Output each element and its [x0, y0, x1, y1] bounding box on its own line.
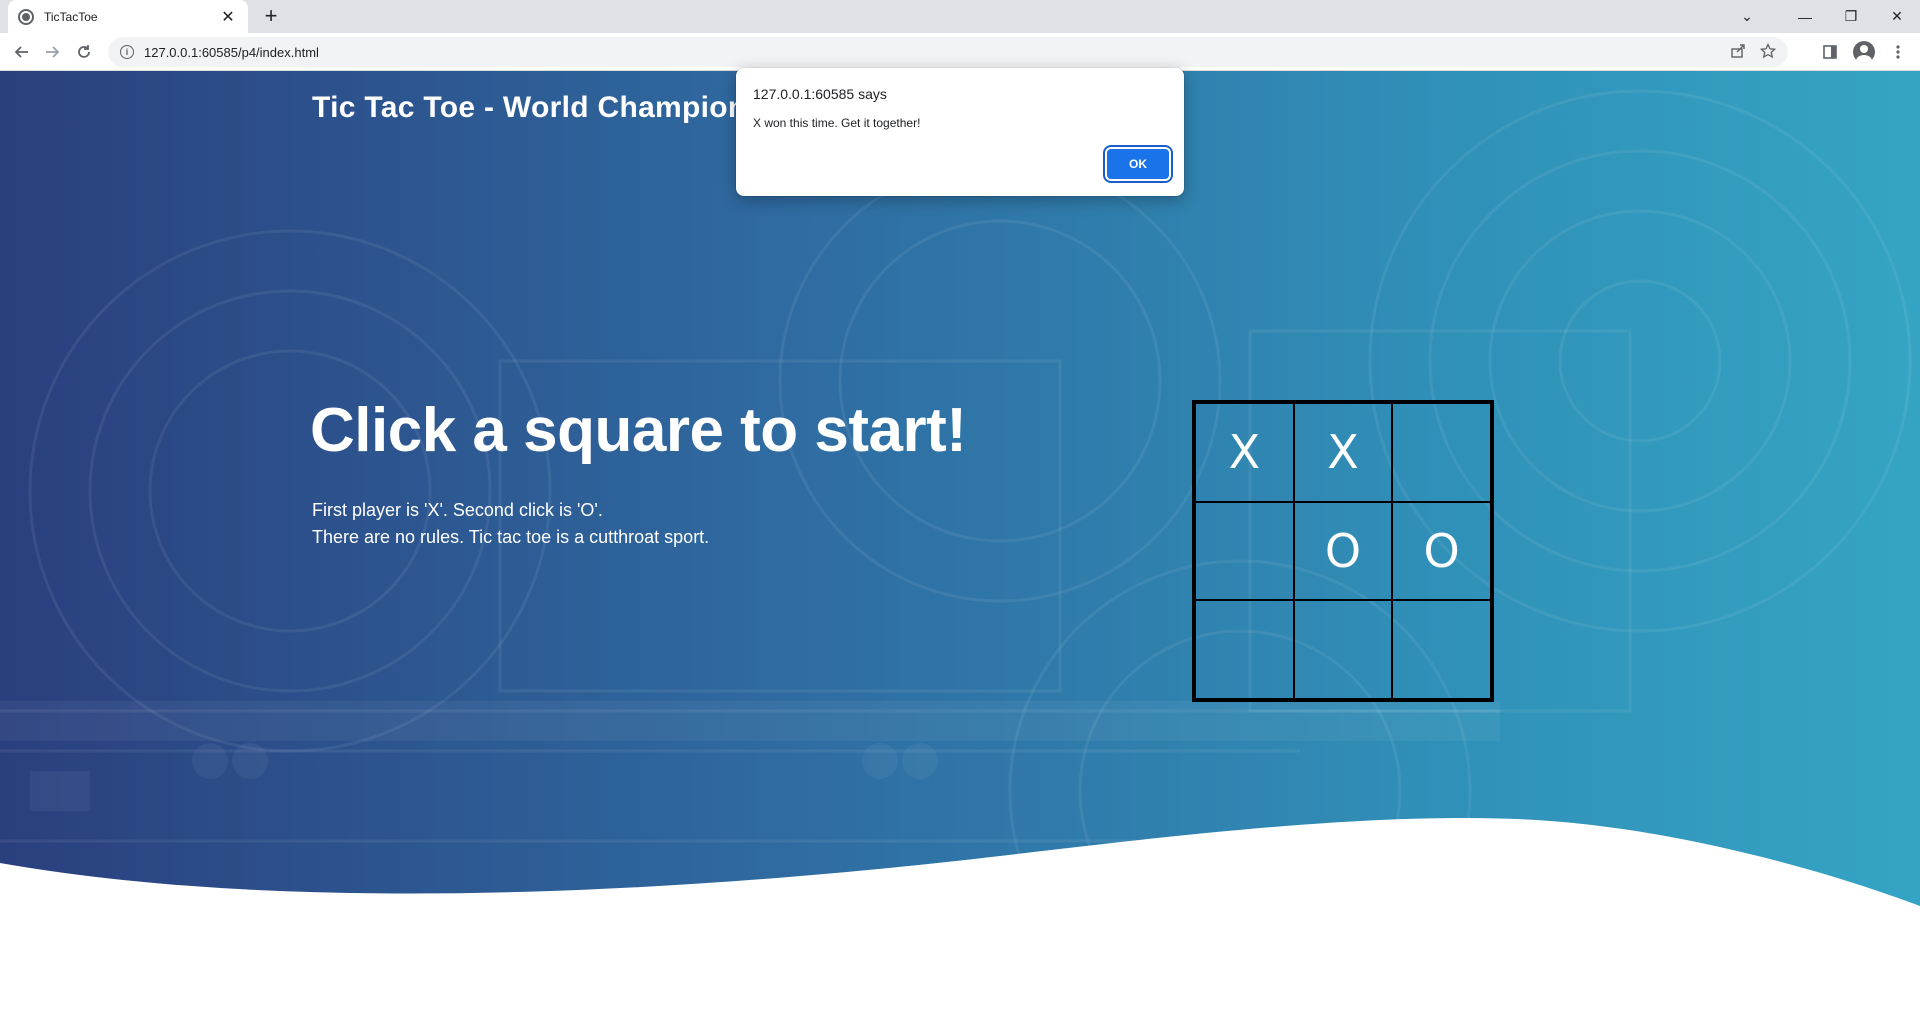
dialog-message: X won this time. Get it together!: [753, 116, 921, 130]
url-text: 127.0.0.1:60585/p4/index.html: [144, 44, 319, 60]
board-cell-9[interactable]: [1392, 600, 1491, 699]
reload-icon[interactable]: [70, 38, 98, 66]
browser-tab[interactable]: TicTacToe ✕: [8, 0, 248, 33]
board-cell-3[interactable]: [1392, 403, 1491, 502]
page-viewport: Tic Tac Toe - World Championship Click a…: [0, 71, 1920, 1034]
board-cell-4[interactable]: [1195, 501, 1294, 601]
dialog-origin-text: 127.0.0.1:60585 says: [753, 86, 887, 102]
ok-button[interactable]: OK: [1107, 149, 1169, 179]
tic-tac-toe-board: X X O O: [1192, 400, 1494, 702]
new-tab-button[interactable]: +: [258, 4, 284, 30]
address-bar[interactable]: i 127.0.0.1:60585/p4/index.html: [108, 37, 1788, 67]
menu-icon[interactable]: [1884, 38, 1912, 66]
board-cell-2[interactable]: X: [1293, 403, 1393, 502]
site-info-icon[interactable]: i: [120, 45, 134, 59]
instructions-line-1: First player is 'X'. Second click is 'O'…: [312, 500, 603, 520]
forward-icon[interactable]: [38, 38, 66, 66]
board-cell-1[interactable]: X: [1195, 403, 1294, 502]
profile-icon[interactable]: [1850, 38, 1878, 66]
browser-toolbar: i 127.0.0.1:60585/p4/index.html: [0, 33, 1920, 71]
minimize-button[interactable]: —: [1782, 0, 1828, 33]
tab-search-button[interactable]: ⌄: [1724, 0, 1770, 33]
wave-divider: [0, 817, 1920, 1034]
alert-dialog: 127.0.0.1:60585 says X won this time. Ge…: [736, 68, 1184, 196]
instructions-text: First player is 'X'. Second click is 'O'…: [312, 497, 709, 551]
board-cell-6[interactable]: O: [1392, 501, 1491, 601]
tab-title: TicTacToe: [44, 9, 98, 24]
page-headline: Click a square to start!: [310, 396, 967, 465]
board-cell-5[interactable]: O: [1293, 501, 1393, 601]
tab-strip: TicTacToe ✕ + ⌄ — ❐ ✕: [0, 0, 1920, 33]
board-cell-8[interactable]: [1293, 600, 1393, 699]
back-icon[interactable]: [8, 38, 36, 66]
globe-favicon-icon: [18, 8, 34, 25]
tab-close-button[interactable]: ✕: [218, 7, 238, 27]
window-controls: — ❐ ✕: [1782, 0, 1920, 33]
site-brand-title[interactable]: Tic Tac Toe - World Championship: [312, 91, 809, 125]
side-panel-icon[interactable]: [1816, 38, 1844, 66]
instructions-line-2: There are no rules. Tic tac toe is a cut…: [312, 527, 710, 547]
restore-button[interactable]: ❐: [1828, 0, 1874, 33]
share-icon[interactable]: [1730, 43, 1746, 63]
board-cell-7[interactable]: [1195, 600, 1294, 699]
close-window-button[interactable]: ✕: [1874, 0, 1920, 33]
bookmark-star-icon[interactable]: [1759, 42, 1777, 63]
